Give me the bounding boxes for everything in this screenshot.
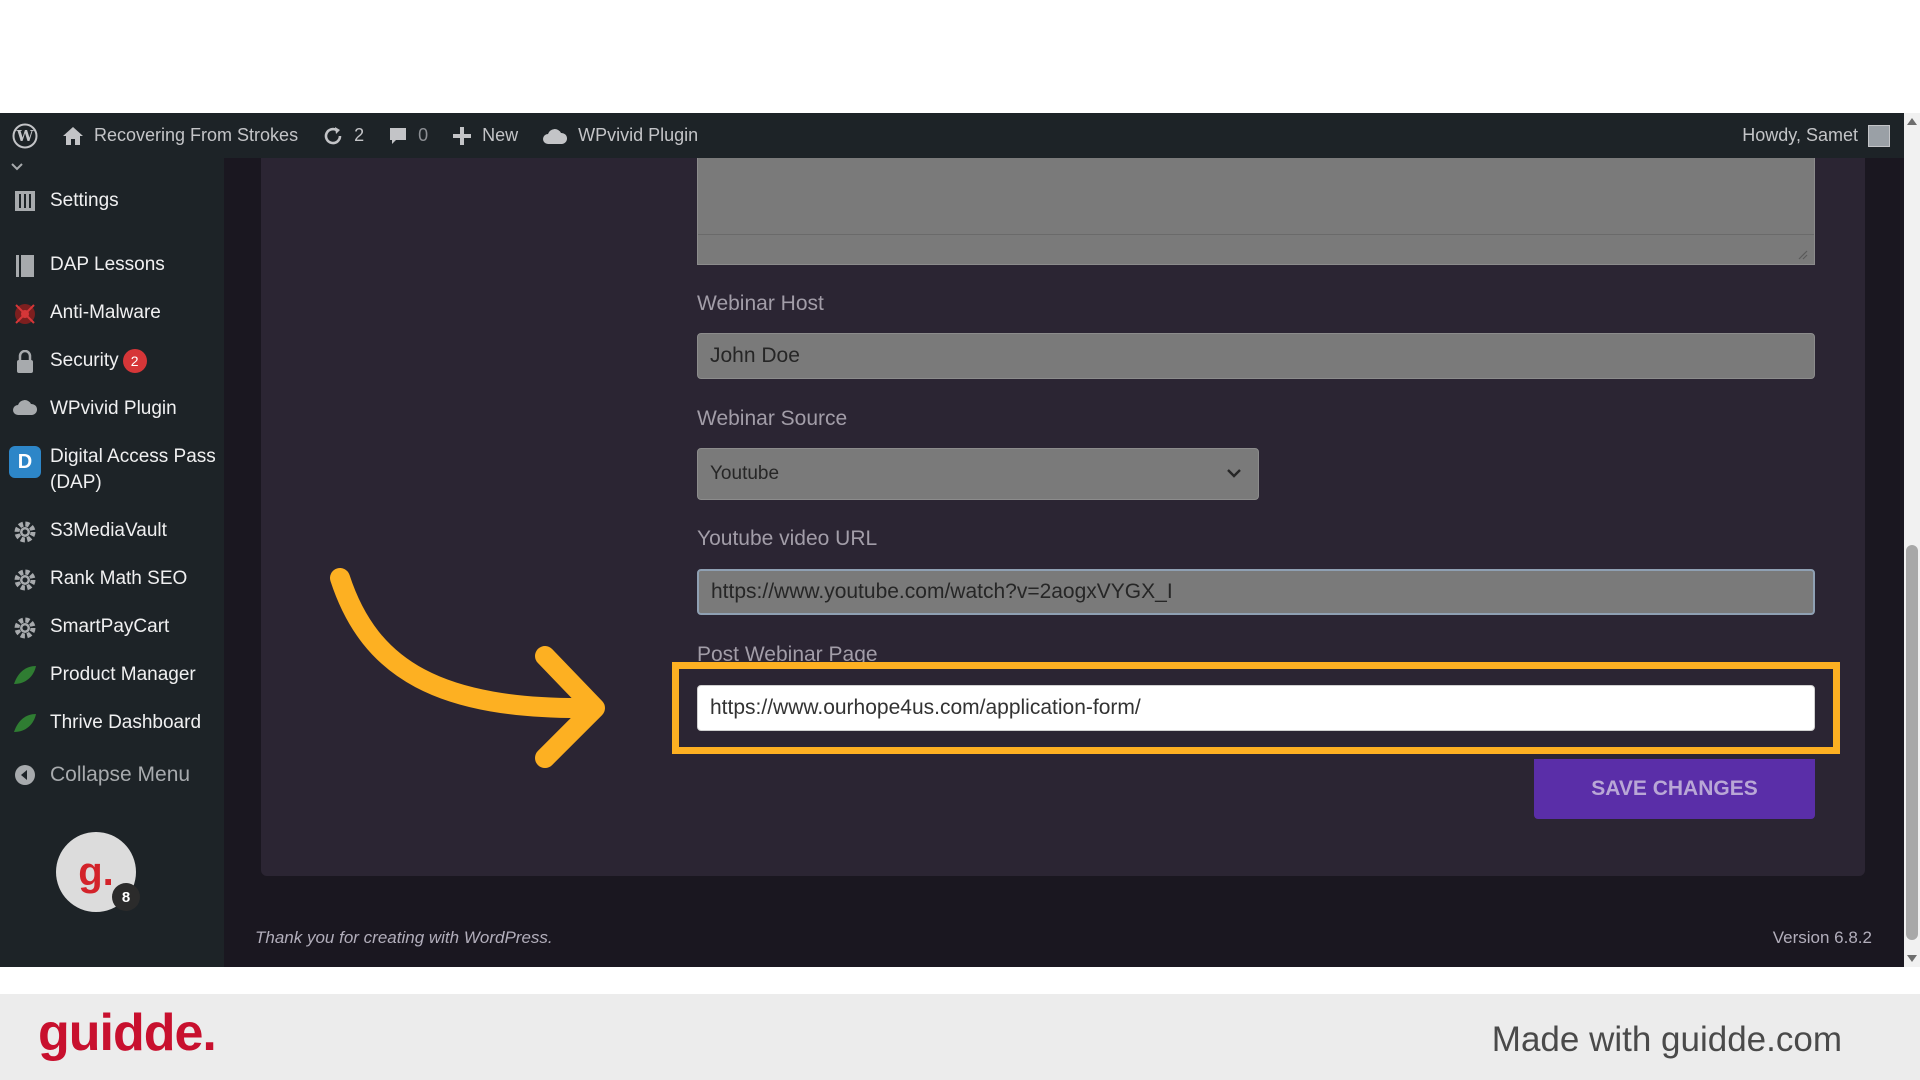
- user-avatar-icon: [1868, 124, 1890, 147]
- new-label: New: [482, 125, 519, 145]
- sidebar-label-dap: Digital Access Pass: [50, 446, 216, 467]
- pointer-arrow-icon: [330, 568, 605, 768]
- footer-version: Version 6.8.2: [1772, 928, 1872, 947]
- footer-thanks: Thank you for creating with WordPress.: [255, 928, 553, 947]
- sidebar-label-smartpaycart: SmartPayCart: [50, 616, 170, 637]
- sidebar-item-thrive-dashboard[interactable]: Thrive Dashboard: [0, 710, 224, 736]
- lock-icon: [0, 348, 50, 374]
- sidebar-label-anti-malware: Anti-Malware: [50, 302, 161, 323]
- notification-badge: 8: [112, 883, 140, 911]
- wordpress-logo-icon[interactable]: W: [0, 113, 50, 158]
- sidebar-item-wpvivid[interactable]: WPvivid Plugin: [0, 396, 224, 422]
- webinar-host-label: Webinar Host: [697, 292, 824, 315]
- chevron-down-icon: [11, 158, 23, 176]
- anti-malware-icon: [0, 300, 50, 326]
- scrollbar-thumb[interactable]: [1906, 545, 1918, 940]
- gear-icon: [0, 566, 50, 592]
- updates-link[interactable]: 2: [310, 113, 376, 158]
- resize-handle-icon[interactable]: [1796, 248, 1808, 260]
- sidebar-label-dap-lessons: DAP Lessons: [50, 254, 165, 275]
- sidebar-label-thrive-dashboard: Thrive Dashboard: [50, 712, 202, 733]
- leaf-icon: [0, 710, 50, 734]
- account-menu[interactable]: Howdy, Samet: [1730, 113, 1920, 158]
- sidebar-item-product-manager[interactable]: Product Manager: [0, 662, 224, 688]
- save-changes-button[interactable]: SAVE CHANGES: [1534, 759, 1815, 819]
- sidebar-item-anti-malware[interactable]: Anti-Malware: [0, 300, 224, 326]
- security-badge: 2: [122, 348, 147, 373]
- description-textarea[interactable]: [697, 158, 1815, 265]
- howdy-text: Howdy, Samet: [1742, 125, 1858, 145]
- leaf-icon: [0, 662, 50, 686]
- scroll-up-icon[interactable]: [1907, 117, 1917, 125]
- chevron-down-icon: [1226, 449, 1242, 519]
- sidebar-label-security: Security: [50, 350, 119, 371]
- guidde-logo: guidde.: [38, 1004, 217, 1062]
- sidebar-label-s3mediavault: S3MediaVault: [50, 520, 167, 541]
- sidebar-item-settings[interactable]: Settings: [0, 188, 224, 214]
- collapse-arrow-icon: [0, 762, 50, 786]
- new-content-link[interactable]: New: [440, 113, 530, 158]
- sidebar-label-settings: Settings: [50, 190, 119, 211]
- site-name: Recovering From Strokes: [94, 125, 299, 145]
- cloud-icon: [542, 127, 568, 145]
- sidebar-item-dap-lessons[interactable]: DAP Lessons: [0, 252, 224, 278]
- gear-icon: [0, 518, 50, 544]
- screen: W Recovering From Strokes 2 0 New WPvivi…: [0, 0, 1920, 1080]
- sidebar-label-product-manager: Product Manager: [50, 664, 196, 685]
- gear-icon: [0, 614, 50, 640]
- webinar-host-input[interactable]: John Doe: [697, 333, 1815, 379]
- wpvivid-link[interactable]: WPvivid Plugin: [530, 113, 710, 158]
- sidebar-item-security[interactable]: Security 2: [0, 348, 224, 374]
- sidebar-item-s3mediavault[interactable]: S3MediaVault: [0, 518, 224, 544]
- wpvivid-label: WPvivid Plugin: [578, 125, 699, 145]
- comment-icon: [388, 126, 408, 146]
- highlight-box: [672, 662, 1840, 754]
- settings-icon: [0, 188, 50, 212]
- webinar-source-select[interactable]: Youtube: [697, 448, 1259, 500]
- youtube-url-input[interactable]: https://www.youtube.com/watch?v=2aogxVYG…: [697, 569, 1815, 615]
- updates-count: 2: [354, 125, 365, 145]
- lessons-icon: [0, 252, 50, 278]
- youtube-url-label: Youtube video URL: [697, 527, 878, 550]
- plus-icon: [452, 126, 472, 146]
- made-with-text: Made with guidde.com: [1491, 1020, 1842, 1059]
- webinar-source-value: Youtube: [710, 463, 780, 484]
- sidebar-item-rank-math[interactable]: Rank Math SEO: [0, 566, 224, 592]
- sidebar-label-wpvivid: WPvivid Plugin: [50, 398, 177, 419]
- webinar-source-label: Webinar Source: [697, 407, 848, 430]
- scroll-down-icon[interactable]: [1907, 955, 1917, 963]
- admin-bar: W Recovering From Strokes 2 0 New WPvivi…: [0, 113, 1920, 158]
- sidebar-label-rank-math: Rank Math SEO: [50, 568, 188, 589]
- collapse-menu-button[interactable]: Collapse Menu: [0, 762, 224, 788]
- cloud-icon: [0, 396, 50, 416]
- sidebar-item-smartpaycart[interactable]: SmartPayCart: [0, 614, 224, 640]
- site-name-link[interactable]: Recovering From Strokes: [50, 113, 310, 158]
- home-icon: [62, 126, 84, 146]
- refresh-icon: [322, 125, 344, 147]
- comments-link[interactable]: 0: [376, 113, 440, 158]
- sidebar-label-dap-sub: (DAP): [50, 472, 102, 493]
- sidebar-item-dap[interactable]: D Digital Access Pass (DAP): [0, 444, 224, 496]
- collapse-menu-label: Collapse Menu: [50, 763, 191, 786]
- comments-count: 0: [418, 125, 429, 145]
- svg-text:W: W: [16, 127, 35, 145]
- dap-icon: D: [9, 446, 41, 478]
